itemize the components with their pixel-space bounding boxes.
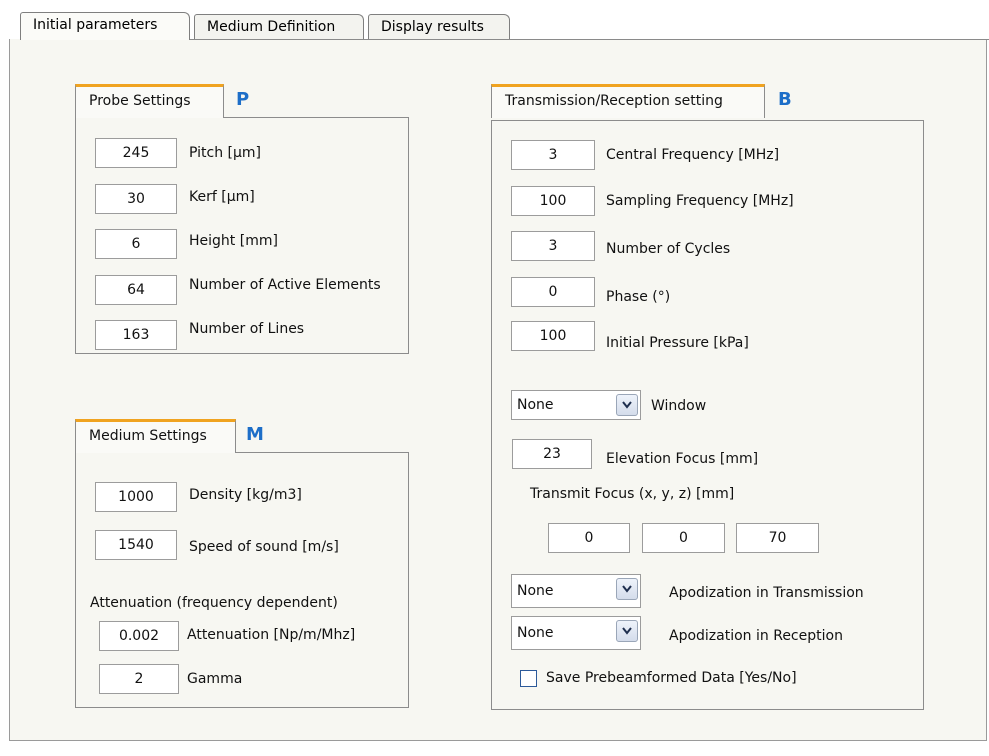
apodization-transmission-label: Apodization in Transmission <box>669 585 864 601</box>
transmission-reception-title: Transmission/Reception setting <box>491 84 765 118</box>
attenuation-label: Attenuation [Np/m/Mhz] <box>187 627 356 643</box>
apodization-transmission-value: None <box>517 583 554 599</box>
tab-initial-parameters[interactable]: Initial parameters <box>20 12 190 40</box>
phase-label: Phase (°) <box>606 289 671 305</box>
height-label: Height [mm] <box>189 233 278 249</box>
kerf-input[interactable]: 30 <box>95 184 177 214</box>
active-elements-input[interactable]: 64 <box>95 275 177 305</box>
speed-of-sound-input[interactable]: 1540 <box>95 530 177 560</box>
phase-input[interactable]: 0 <box>511 277 595 307</box>
window-select[interactable]: None <box>511 390 641 420</box>
number-of-lines-label: Number of Lines <box>189 321 305 337</box>
speed-of-sound-label: Speed of sound [m/s] <box>189 539 339 555</box>
number-of-lines-input[interactable]: 163 <box>95 320 177 350</box>
sampling-frequency-label: Sampling Frequency [MHz] <box>606 193 794 209</box>
elevation-focus-label: Elevation Focus [mm] <box>606 451 759 467</box>
transmit-focus-label: Transmit Focus (x, y, z) [mm] <box>530 486 735 502</box>
sampling-frequency-input[interactable]: 100 <box>511 186 595 216</box>
probe-settings-title: Probe Settings <box>75 84 224 118</box>
initial-pressure-label: Initial Pressure [kPa] <box>606 335 749 351</box>
tab-medium-definition[interactable]: Medium Definition <box>194 14 364 40</box>
apodization-reception-label: Apodization in Reception <box>669 628 843 644</box>
transmit-focus-x-input[interactable]: 0 <box>548 523 630 553</box>
pitch-input[interactable]: 245 <box>95 138 177 168</box>
central-frequency-input[interactable]: 3 <box>511 140 595 170</box>
window-select-value: None <box>517 397 554 413</box>
density-input[interactable]: 1000 <box>95 482 177 512</box>
transmission-reception-letter: B <box>778 89 792 110</box>
transmit-focus-y-input[interactable]: 0 <box>642 523 725 553</box>
probe-settings-letter: P <box>236 89 250 110</box>
medium-settings-letter: M <box>246 424 264 445</box>
apodization-reception-value: None <box>517 625 554 641</box>
transmit-focus-z-input[interactable]: 70 <box>736 523 819 553</box>
window-label: Window <box>651 398 707 414</box>
save-prebeamformed-checkbox[interactable] <box>520 670 537 687</box>
initial-pressure-input[interactable]: 100 <box>511 321 595 351</box>
chevron-down-icon[interactable] <box>616 394 638 416</box>
number-of-cycles-label: Number of Cycles <box>606 241 731 257</box>
tab-display-results[interactable]: Display results <box>368 14 510 40</box>
number-of-cycles-input[interactable]: 3 <box>511 231 595 261</box>
active-elements-label: Number of Active Elements <box>189 277 381 293</box>
apodization-transmission-select[interactable]: None <box>511 574 641 608</box>
density-label: Density [kg/m3] <box>189 487 302 503</box>
medium-settings-title: Medium Settings <box>75 419 236 453</box>
elevation-focus-input[interactable]: 23 <box>512 439 592 469</box>
central-frequency-label: Central Frequency [MHz] <box>606 147 780 163</box>
attenuation-input[interactable]: 0.002 <box>99 621 179 651</box>
pitch-label: Pitch [µm] <box>189 145 262 161</box>
kerf-label: Kerf [µm] <box>189 189 255 205</box>
apodization-reception-select[interactable]: None <box>511 616 641 650</box>
gamma-label: Gamma <box>187 671 243 687</box>
height-input[interactable]: 6 <box>95 229 177 259</box>
chevron-down-icon[interactable] <box>616 620 638 642</box>
gamma-input[interactable]: 2 <box>99 664 179 694</box>
chevron-down-icon[interactable] <box>616 578 638 600</box>
tab-strip-divider <box>190 39 989 40</box>
attenuation-heading: Attenuation (frequency dependent) <box>90 595 338 611</box>
save-prebeamformed-label: Save Prebeamformed Data [Yes/No] <box>546 670 797 686</box>
